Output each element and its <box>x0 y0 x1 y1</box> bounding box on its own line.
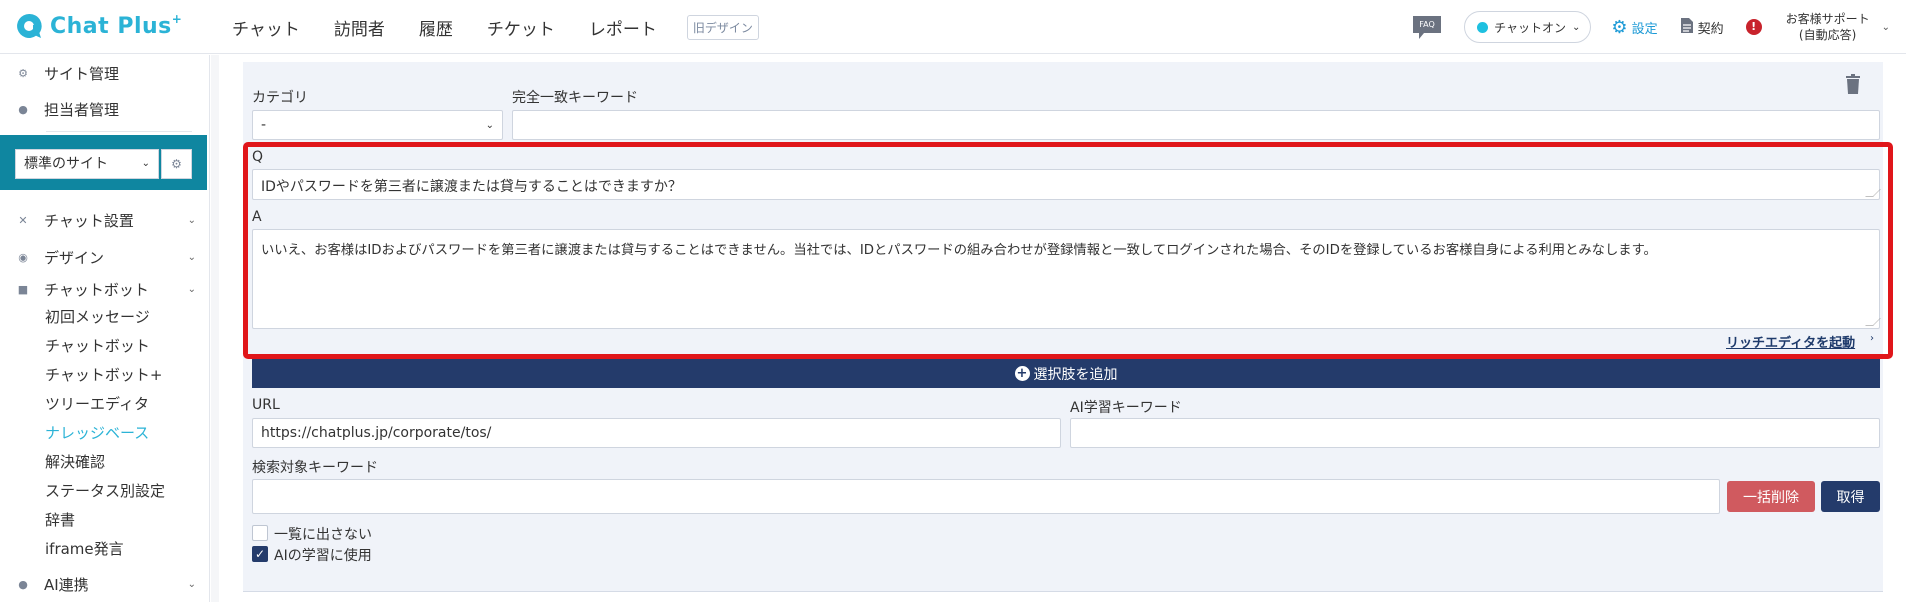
sidebar-subitem-chatbot-plus[interactable]: チャットボット+ <box>45 363 162 387</box>
add-choice-button[interactable]: + 選択肢を追加 <box>252 359 1880 388</box>
add-choice-label: 選択肢を追加 <box>1033 366 1118 383</box>
nav-chat[interactable]: チャット <box>232 15 300 40</box>
sidebar-subitem-dictionary[interactable]: 辞書 <box>45 508 75 532</box>
nav-tickets[interactable]: チケット <box>487 15 555 40</box>
gears-icon: ⚙ <box>18 66 28 80</box>
ai-keyword-input[interactable] <box>1070 418 1880 448</box>
fetch-button[interactable]: 取得 <box>1821 481 1880 512</box>
palette-icon: ◉ <box>18 250 28 264</box>
sidebar-item-design[interactable]: ◉ デザイン ⌄ <box>0 243 200 271</box>
category-label: カテゴリ <box>252 90 308 106</box>
document-icon <box>1680 17 1694 38</box>
user-name: お客様サポート <box>1785 12 1870 26</box>
user-menu[interactable]: お客様サポート (自動応答) <box>1786 11 1870 43</box>
ai-keyword-label: AI学習キーワード <box>1070 400 1182 416</box>
chevron-down-icon: ⌄ <box>187 251 196 263</box>
chevron-down-icon: ⌄ <box>187 578 196 590</box>
use-ai-learning-label: AIの学習に使用 <box>274 548 372 564</box>
nav-reports[interactable]: レポート <box>589 15 657 40</box>
old-design-button[interactable]: 旧デザイン <box>686 14 759 40</box>
trash-icon[interactable] <box>1845 74 1861 94</box>
faq-icon[interactable]: FAQ <box>1412 15 1442 39</box>
chevron-down-icon: ⌄ <box>187 214 196 226</box>
question-textarea[interactable]: IDやパスワードを第三者に譲渡または貸与することはできますか？ <box>252 169 1881 200</box>
answer-label: A <box>252 209 262 225</box>
sidebar-subitem-status-settings[interactable]: ステータス別設定 <box>45 479 165 503</box>
bulk-delete-button[interactable]: 一括削除 <box>1727 481 1815 512</box>
sidebar-subitem-knowledge-base[interactable]: ナレッジベース <box>45 421 149 445</box>
sidebar-item-site-management[interactable]: ⚙ サイト管理 <box>0 59 200 87</box>
url-label: URL <box>252 397 280 413</box>
chat-status-label: チャットオン <box>1494 20 1567 35</box>
site-select[interactable]: 標準のサイト ⌄ <box>15 149 159 179</box>
nav-history[interactable]: 履歴 <box>419 15 453 40</box>
sidebar-item-chatbot[interactable]: ■ チャットボット ⌄ <box>0 275 200 303</box>
chevron-down-icon: ⌄ <box>141 158 150 169</box>
chevron-down-icon: ⌄ <box>187 283 196 295</box>
sidebar-subitem-tree-editor[interactable]: ツリーエディタ <box>45 392 149 416</box>
settings-label: 設定 <box>1631 21 1658 37</box>
sidebar-subitem-resolution-check[interactable]: 解決確認 <box>45 450 105 474</box>
site-selector-panel: 標準のサイト ⌄ ⚙ <box>0 135 207 190</box>
contract-label: 契約 <box>1697 21 1724 37</box>
sidebar-subitem-chatbot[interactable]: チャットボット <box>45 334 150 358</box>
alert-icon[interactable]: ! <box>1745 19 1762 35</box>
resize-handle-icon[interactable] <box>1865 189 1881 197</box>
online-status-dot <box>1477 21 1489 33</box>
sidebar-subitem-initial-message[interactable]: 初回メッセージ <box>45 305 150 329</box>
use-ai-learning-checkbox[interactable]: ✓ <box>252 546 268 562</box>
resize-handle-icon[interactable] <box>1865 318 1881 326</box>
site-settings-gear-icon[interactable]: ⚙ <box>161 149 192 179</box>
hide-from-list-checkbox[interactable] <box>252 525 268 541</box>
category-select[interactable]: - ⌄ <box>252 110 503 140</box>
chevron-right-icon: › <box>1870 333 1874 344</box>
plus-circle-icon: + <box>1014 366 1030 381</box>
contract-link[interactable]: 契約 <box>1680 17 1724 38</box>
search-keyword-label: 検索対象キーワード <box>252 460 378 476</box>
main-nav: チャット 訪問者 履歴 チケット レポート 旧デザイン <box>232 0 759 54</box>
sidebar-item-staff-management[interactable]: ● 担当者管理 <box>0 95 200 123</box>
question-label: Q <box>252 149 264 165</box>
chat-bubble-logo-icon <box>14 11 44 41</box>
nav-visitors[interactable]: 訪問者 <box>334 15 385 40</box>
url-input[interactable]: https://chatplus.jp/corporate/tos/ <box>252 418 1061 448</box>
exact-keyword-label: 完全一致キーワード <box>512 90 638 106</box>
lightbulb-icon: ● <box>18 577 28 591</box>
tools-icon: ✕ <box>18 213 28 227</box>
sidebar-item-label: デザイン <box>44 248 105 267</box>
sidebar-item-ai-integration[interactable]: ● AI連携 ⌄ <box>0 570 200 598</box>
gear-icon: ⚙ <box>1611 16 1628 38</box>
sidebar-scrollbar[interactable] <box>211 55 219 602</box>
rich-editor-link[interactable]: リッチエディタを起動 <box>1726 332 1855 351</box>
sidebar-item-label: 担当者管理 <box>44 100 120 119</box>
sidebar-item-label: サイト管理 <box>44 64 120 83</box>
search-keyword-input[interactable] <box>252 479 1720 514</box>
chat-bubbles-icon: ■ <box>17 282 29 296</box>
sidebar-item-label: チャットボット <box>44 280 149 299</box>
logo[interactable]: Chat Plus+ <box>14 11 182 41</box>
settings-link[interactable]: ⚙ 設定 <box>1611 17 1657 38</box>
sidebar-subitem-iframe[interactable]: iframe発言 <box>45 537 124 561</box>
answer-textarea[interactable]: いいえ、お客様はIDおよびパスワードを第三者に譲渡または貸与することはできません… <box>252 229 1881 329</box>
user-mode: (自動応答) <box>1798 28 1857 42</box>
chevron-down-icon: ⌄ <box>1572 21 1581 33</box>
users-icon: ● <box>18 102 28 116</box>
logo-text: Chat Plus+ <box>50 11 183 39</box>
svg-text:FAQ: FAQ <box>1419 20 1435 29</box>
sidebar: ⚙ サイト管理 ● 担当者管理 標準のサイト ⌄ ⚙ ✕ チャット設置 ⌄ ◉ … <box>0 55 210 602</box>
chat-status-dropdown[interactable]: チャットオン ⌄ <box>1464 11 1592 43</box>
sidebar-divider <box>46 131 192 132</box>
header-right: FAQ チャットオン ⌄ ⚙ 設定 契約 ! お客様サポート (自動応答) ⌄ <box>1412 0 1906 54</box>
sidebar-item-label: AI連携 <box>44 575 89 594</box>
sidebar-item-label: チャット設置 <box>44 211 134 230</box>
top-header: Chat Plus+ チャット 訪問者 履歴 チケット レポート 旧デザイン F… <box>0 0 1906 54</box>
hide-from-list-label: 一覧に出さない <box>274 527 372 543</box>
chevron-down-icon[interactable]: ⌄ <box>1882 22 1890 33</box>
exact-keyword-input[interactable] <box>512 110 1880 140</box>
chevron-down-icon: ⌄ <box>485 119 494 131</box>
sidebar-item-chat-setup[interactable]: ✕ チャット設置 ⌄ <box>0 206 200 234</box>
